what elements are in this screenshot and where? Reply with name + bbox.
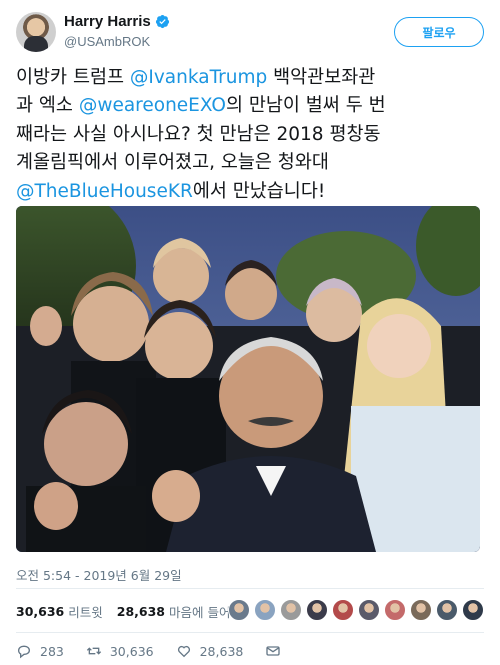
- retweets-label[interactable]: 리트윗: [68, 602, 103, 621]
- mention-link[interactable]: @weareoneEXO: [79, 95, 226, 116]
- reply-button[interactable]: 283: [16, 643, 64, 659]
- tweet-text-segment: 과 엑소: [16, 95, 79, 117]
- tweet-text-segment: 이방카 트럼프: [16, 67, 130, 88]
- divider: [16, 588, 484, 589]
- liker-avatar[interactable]: [462, 599, 484, 621]
- tweet-header: Harry Harris @USAmbROK 팔로우: [16, 12, 484, 54]
- tweet-text-segment: 째라는 사실 아시나요? 첫 만남은 2018 평창동: [16, 123, 381, 145]
- group-selfie-photo: [16, 206, 480, 552]
- liker-avatar[interactable]: [410, 599, 432, 621]
- tweet-photo[interactable]: [16, 206, 480, 552]
- mention-link[interactable]: @TheBlueHouseKR: [16, 181, 193, 202]
- liker-avatar[interactable]: [280, 599, 302, 621]
- follow-button[interactable]: 팔로우: [394, 17, 484, 47]
- liker-avatar[interactable]: [332, 599, 354, 621]
- retweet-icon: [86, 647, 101, 655]
- tweet-text-line: 째라는 사실 아시나요? 첫 만남은 2018 평창동: [16, 121, 484, 149]
- like-count: 28,638: [199, 643, 244, 659]
- tweet-text-segment: 에서 만났습니다!: [192, 180, 326, 202]
- tweet-text-segment: 계올림픽에서 이루어졌고, 오늘은 청와대: [16, 152, 329, 174]
- divider: [16, 632, 484, 633]
- liker-avatar[interactable]: [228, 599, 250, 621]
- retweet-count: 30,636: [109, 643, 154, 659]
- liker-avatars: [228, 599, 484, 621]
- tweet-text-line: 이방카 트럼프 @IvankaTrump 백악관보좌관: [16, 64, 484, 92]
- liker-avatar[interactable]: [384, 599, 406, 621]
- reply-count: 283: [40, 643, 64, 659]
- author-display-name[interactable]: Harry Harris: [64, 13, 151, 30]
- tweet-actions: 283 30,636 28,638: [16, 642, 303, 660]
- heart-icon: [177, 645, 190, 658]
- direct-message-button[interactable]: [265, 643, 281, 659]
- tweet-text-segment: 백악관보좌관: [267, 67, 376, 88]
- author-avatar[interactable]: [16, 12, 56, 52]
- author-name-row[interactable]: Harry Harris: [64, 13, 170, 30]
- tweet-text: 이방카 트럼프 @IvankaTrump 백악관보좌관 과 엑소 @weareon…: [16, 64, 484, 206]
- liker-avatar[interactable]: [436, 599, 458, 621]
- reply-icon: [18, 645, 30, 659]
- retweets-count[interactable]: 30,636: [16, 604, 64, 619]
- mail-icon: [266, 646, 281, 656]
- liker-avatar[interactable]: [306, 599, 328, 621]
- retweet-button[interactable]: 30,636: [86, 643, 154, 659]
- mention-link[interactable]: @IvankaTrump: [130, 67, 267, 88]
- tweet-text-line: 계올림픽에서 이루어졌고, 오늘은 청와대: [16, 149, 484, 177]
- liker-avatar[interactable]: [358, 599, 380, 621]
- tweet-text-line: 과 엑소 @weareoneEXO의 만남이 벌써 두 번: [16, 92, 484, 120]
- like-button[interactable]: 28,638: [176, 643, 244, 659]
- engagement-stats: 30,636 리트윗 28,638 마음에 들어요: [16, 598, 256, 624]
- likes-count[interactable]: 28,638: [117, 604, 165, 619]
- author-handle[interactable]: @USAmbROK: [64, 34, 150, 49]
- verified-badge-icon: [155, 14, 169, 29]
- tweet-text-segment: 의 만남이 벌써 두 번: [225, 95, 386, 117]
- liker-avatar[interactable]: [254, 599, 276, 621]
- tweet-text-line: @TheBlueHouseKR에서 만났습니다!: [16, 178, 484, 206]
- tweet-timestamp[interactable]: 오전 5:54 - 2019년 6월 29일: [16, 565, 182, 584]
